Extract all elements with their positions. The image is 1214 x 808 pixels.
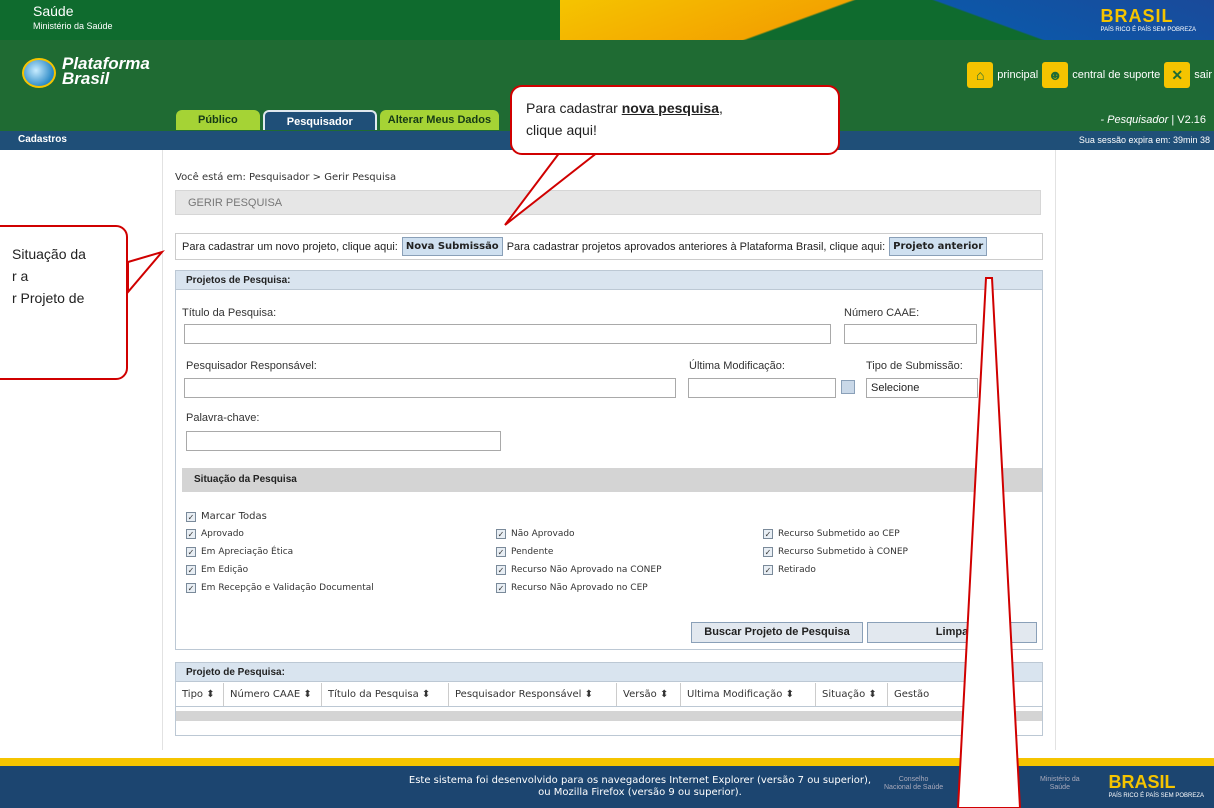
tab-publico[interactable]: Público <box>176 110 260 130</box>
col-versao[interactable]: Versão ⬍ <box>617 683 681 706</box>
col-gestao[interactable]: Gestão <box>888 683 976 706</box>
table-header-row: Tipo ⬍ Número CAAE ⬍ Título da Pesquisa … <box>176 683 1042 707</box>
close-icon[interactable]: ✕ <box>1164 62 1191 88</box>
nova-submissao-button[interactable]: Nova Submissão <box>401 237 503 256</box>
projeto-anterior-button[interactable]: Projeto anterior <box>889 237 988 256</box>
brasil-footer-logo: BRASIL PAÍS RICO É PAÍS SEM POBREZA <box>1108 772 1204 799</box>
col-extra: a <box>982 689 989 700</box>
tab-alterar-dados[interactable]: Alterar Meus Dados <box>379 110 500 130</box>
support-icon[interactable]: ☻ <box>1042 62 1069 88</box>
checkbox-em-edicao[interactable]: ✓ Em Edição <box>186 565 248 575</box>
caae-input[interactable] <box>844 324 977 344</box>
search-filters: Projetos de Pesquisa: Título da Pesquisa… <box>175 270 1043 650</box>
principal-link[interactable]: principal <box>997 69 1038 81</box>
col-pesquisador[interactable]: Pesquisador Responsável ⬍ <box>449 683 617 706</box>
checkbox-nao-aprovado[interactable]: ✓ Não Aprovado <box>496 529 575 539</box>
plataforma-brasil-logo[interactable]: Plataforma Brasil <box>22 55 172 90</box>
support-link[interactable]: central de suporte <box>1072 69 1160 81</box>
actions-bar: Para cadastrar um novo projeto, clique a… <box>175 233 1043 260</box>
buscar-button[interactable]: Buscar Projeto de Pesquisa <box>691 622 863 643</box>
checkbox-recurso-nao-aprovado-cep[interactable]: ✓ Recurso Não Aprovado no CEP <box>496 583 648 593</box>
version-label: - Pesquisador | V2.16 <box>1100 114 1206 126</box>
callout-situacao: Situação da r ar Projeto de <box>0 225 128 380</box>
callout2-pointer <box>127 250 165 295</box>
checkbox-recurso-submetido-cep[interactable]: ✓ Recurso Submetido ao CEP <box>763 529 900 539</box>
titulo-input[interactable] <box>184 324 831 344</box>
tipo-select[interactable]: Selecione <box>866 378 978 398</box>
globe-icon <box>22 58 56 88</box>
ministerio-logo: Ministério da Saúde <box>1040 776 1080 791</box>
col-titulo[interactable]: Título da Pesquisa ⬍ <box>322 683 449 706</box>
modificacao-input[interactable] <box>688 378 836 398</box>
results-header: Projeto de Pesquisa: <box>176 663 1042 682</box>
callout-nova-pesquisa: Para cadastrar nova pesquisa, clique aqui… <box>510 85 840 155</box>
pesquisador-input[interactable] <box>184 378 676 398</box>
checkbox-recurso-nao-aprovado-conep[interactable]: ✓ Recurso Não Aprovado na CONEP <box>496 565 662 575</box>
tab-pesquisador[interactable]: Pesquisador <box>262 110 377 130</box>
calendar-icon[interactable] <box>841 380 855 394</box>
top-government-bar: Saúde Ministério da Saúde BRASIL PAÍS RICO… <box>0 0 1214 40</box>
situacao-header: Situação da Pesquisa <box>182 468 1042 492</box>
brasil-logo: BRASIL PAÍS RICO É PAÍS SEM POBREZA <box>1100 6 1196 33</box>
page-title: GERIR PESQUISA <box>175 190 1041 215</box>
checkbox-aprovado[interactable]: ✓ Aprovado <box>186 529 244 539</box>
results-table: Projeto de Pesquisa: Tipo ⬍ Número CAAE … <box>175 662 1043 736</box>
cns-logo: Conselho Nacional de Saúde <box>884 776 944 791</box>
footer-message: Este sistema foi desenvolvido para os na… <box>408 775 872 798</box>
palavra-chave-input[interactable] <box>186 431 501 451</box>
checkbox-pendente[interactable]: ✓ Pendente <box>496 547 553 557</box>
checkbox-retirado[interactable]: ✓ Retirado <box>763 565 816 575</box>
col-situacao[interactable]: Situação ⬍ <box>816 683 888 706</box>
checkbox-marcar-todas[interactable]: ✓ Marcar Todas <box>186 511 267 522</box>
footer: Este sistema foi desenvolvido para os na… <box>0 758 1214 808</box>
col-ultima-modificacao[interactable]: Ultima Modificação ⬍ <box>681 683 816 706</box>
col-numero-caae[interactable]: Número CAAE ⬍ <box>224 683 322 706</box>
limpar-button[interactable]: Limpa <box>867 622 1037 643</box>
filters-header: Projetos de Pesquisa: <box>176 271 1042 290</box>
checkbox-recurso-submetido-conep[interactable]: ✓ Recurso Submetido à CONEP <box>763 547 908 557</box>
main-content: Você está em: Pesquisador > Gerir Pesqui… <box>162 150 1056 750</box>
breadcrumb: Você está em: Pesquisador > Gerir Pesqui… <box>175 172 397 183</box>
logout-link[interactable]: sair <box>1194 69 1214 81</box>
saude-logo: Saúde Ministério da Saúde <box>33 3 113 32</box>
col-tipo[interactable]: Tipo ⬍ <box>176 683 224 706</box>
results-empty-bar <box>176 711 1042 721</box>
session-timer: Sua sessão expira em: 39min 38 <box>1078 135 1210 145</box>
checkbox-em-apreciacao[interactable]: ✓ Em Apreciação Ética <box>186 547 293 557</box>
section-title: Cadastros <box>18 134 67 145</box>
home-icon[interactable]: ⌂ <box>967 62 994 88</box>
checkbox-em-recepcao[interactable]: ✓ Em Recepção e Validação Documental <box>186 583 374 593</box>
